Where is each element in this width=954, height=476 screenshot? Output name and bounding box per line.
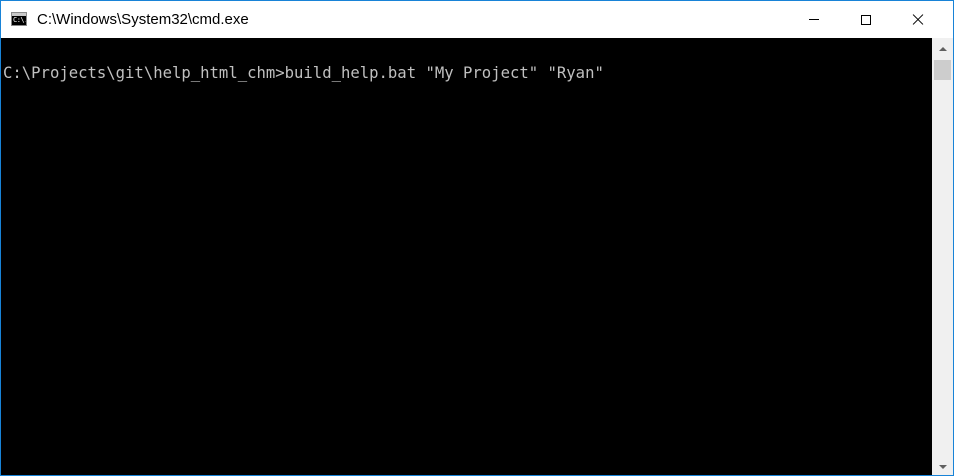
maximize-button[interactable] <box>843 1 889 38</box>
minimize-button[interactable] <box>791 1 837 38</box>
title-bar[interactable]: C:\. C:\Windows\System32\cmd.exe <box>1 1 953 38</box>
maximize-icon <box>861 14 871 25</box>
scroll-up-button[interactable] <box>932 40 953 57</box>
scroll-down-button[interactable] <box>932 458 953 475</box>
close-button[interactable] <box>895 1 941 38</box>
vertical-scrollbar[interactable] <box>932 38 953 475</box>
scrollbar-thumb[interactable] <box>934 60 951 80</box>
cmd-app-icon[interactable]: C:\. <box>11 12 27 26</box>
console-output[interactable]: C:\Projects\git\help_html_chm>build_help… <box>1 38 932 475</box>
console-line-prompt: C:\Projects\git\help_html_chm>build_help… <box>3 64 604 82</box>
close-icon <box>912 14 924 26</box>
app-icon-text: C:\. <box>13 16 27 24</box>
chevron-down-icon <box>938 464 947 469</box>
chevron-up-icon <box>938 46 947 51</box>
window-title: C:\Windows\System32\cmd.exe <box>37 11 249 28</box>
minimize-icon <box>809 19 819 20</box>
cmd-window: C:\. C:\Windows\System32\cmd.exe C:\Proj… <box>0 0 954 476</box>
